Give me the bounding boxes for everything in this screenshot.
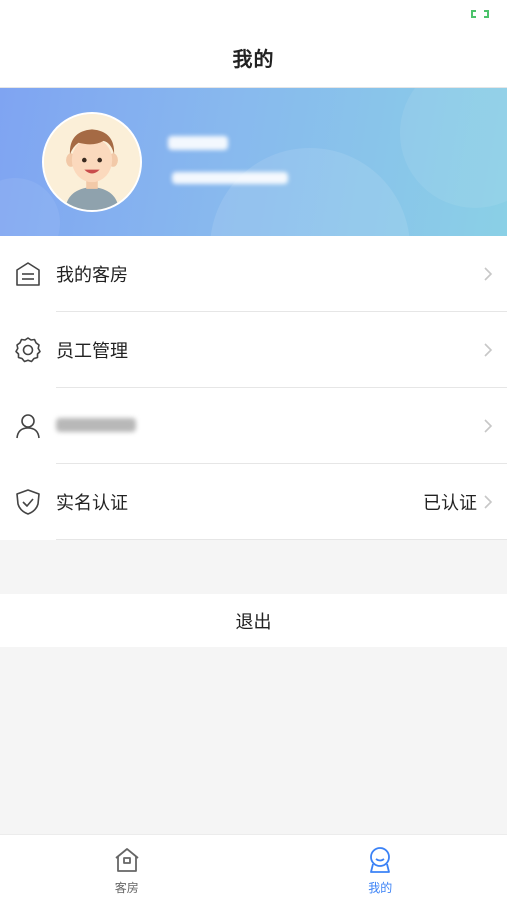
tab-rooms[interactable]: 客房 <box>0 835 254 900</box>
avatar[interactable] <box>42 112 142 212</box>
shield-check-icon <box>16 489 40 515</box>
divider <box>56 539 507 540</box>
user-icon <box>16 414 40 439</box>
tab-mine[interactable]: 我的 <box>254 835 507 900</box>
chevron-right-icon <box>484 343 493 357</box>
logout-button[interactable]: 退出 <box>0 594 507 647</box>
menu-item-label: 我的客房 <box>56 265 128 286</box>
house-icon <box>115 848 139 872</box>
gear-icon <box>15 337 41 363</box>
bottom-tab-bar: 客房 我的 <box>0 834 507 900</box>
room-list-icon <box>16 262 40 286</box>
menu-item-my-rooms[interactable]: 我的客房 <box>0 236 507 312</box>
nav-bar: 我的 <box>0 28 507 88</box>
user-name <box>168 136 228 150</box>
chevron-right-icon <box>484 267 493 281</box>
menu-item-label: 员工管理 <box>56 341 128 362</box>
profile-banner <box>0 88 507 236</box>
user-phone <box>172 172 288 184</box>
chevron-right-icon <box>484 419 493 433</box>
battery-charging-icon <box>471 10 489 18</box>
menu-list: 我的客房 员工管理 实名认证 已认证 <box>0 236 507 540</box>
menu-item-label: 实名认证 <box>56 493 128 514</box>
avatar-cartoon-boy-icon <box>44 114 140 210</box>
tab-label: 我的 <box>368 881 393 895</box>
menu-item-staff-management[interactable]: 员工管理 <box>0 312 507 388</box>
menu-item-personal[interactable] <box>0 388 507 464</box>
tab-label: 客房 <box>114 881 139 895</box>
menu-item-label-redacted <box>56 418 136 432</box>
logout-label: 退出 <box>235 611 272 633</box>
chevron-right-icon <box>484 495 493 509</box>
person-icon <box>370 847 391 873</box>
status-bar <box>0 0 507 28</box>
page-title: 我的 <box>232 47 275 71</box>
menu-item-real-name[interactable]: 实名认证 已认证 <box>0 464 507 540</box>
verification-status: 已认证 <box>423 493 477 514</box>
